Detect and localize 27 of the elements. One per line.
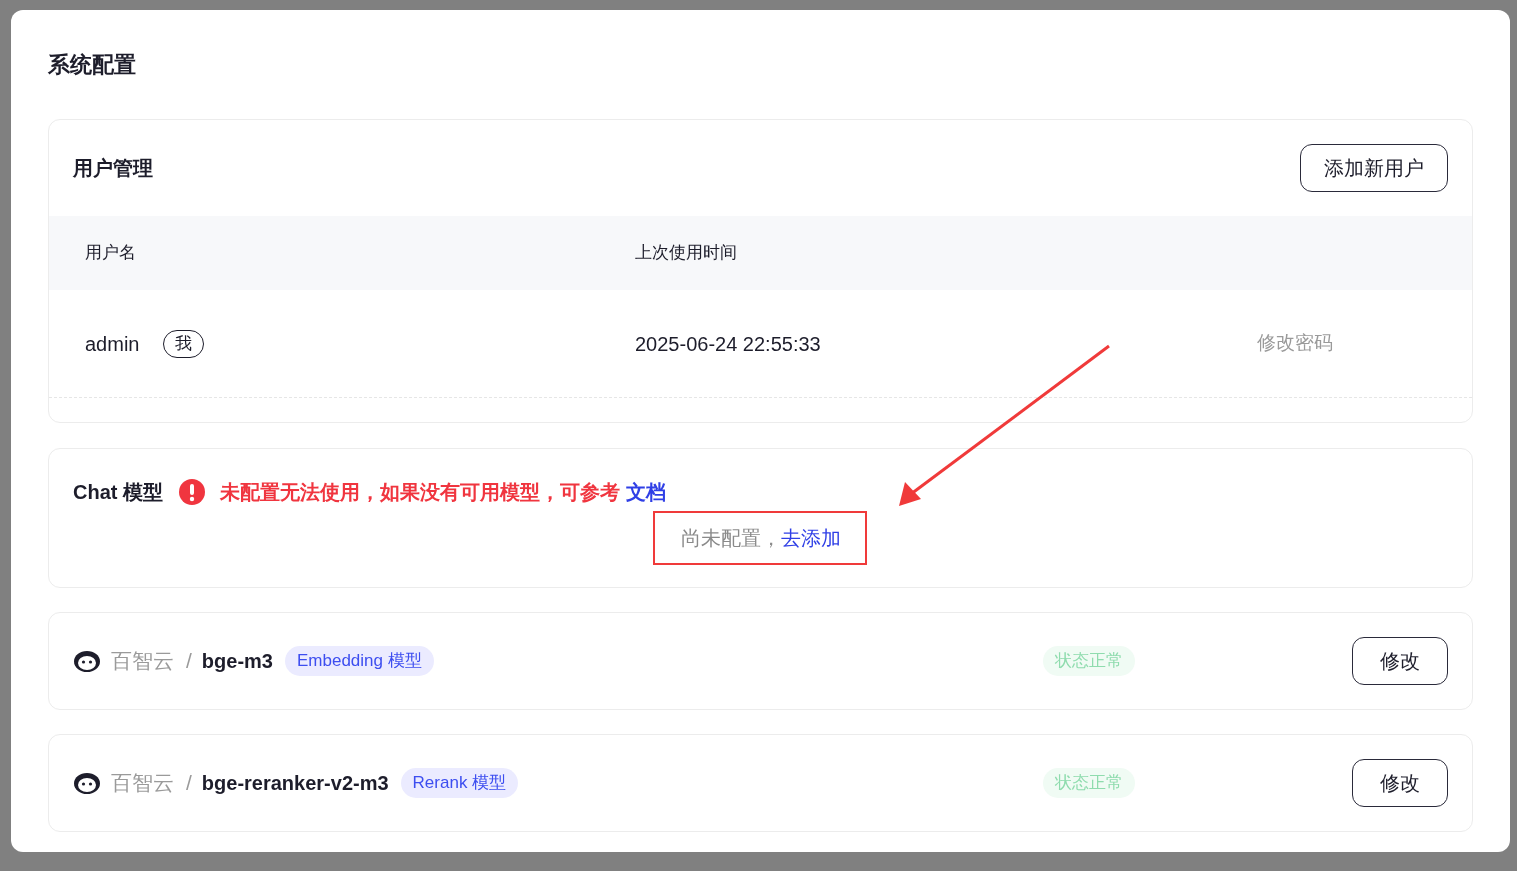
provider-name: 百智云 (111, 770, 174, 797)
dialog-title: 系统配置 (48, 51, 137, 79)
path-separator: / (186, 770, 192, 797)
add-model-link[interactable]: 去添加 (780, 527, 841, 549)
column-header: 上次使用时间 (635, 242, 738, 265)
model-name: bge-reranker-v2-m3 (201, 771, 389, 796)
doc-link[interactable]: 文档 (625, 481, 666, 503)
provider-name: 百智云 (111, 648, 174, 675)
column-header: 用户名 (84, 242, 137, 265)
status-tag: 状态正常 (1043, 646, 1135, 676)
last-used-time: 2025-06-24 22:55:33 (635, 331, 822, 357)
add-user-button[interactable]: 添加新用户 (1300, 144, 1448, 192)
edit-button[interactable]: 修改 (1352, 637, 1448, 685)
robot-face-icon (73, 649, 101, 673)
warning-icon (179, 479, 205, 505)
section-title: Chat 模型 (73, 480, 163, 505)
model-type-tag: Rerank 模型 (400, 768, 519, 798)
username: admin (85, 331, 140, 357)
robot-face-icon (73, 771, 101, 795)
model-type-tag: Embedding 模型 (284, 646, 434, 676)
warning-text: 未配置无法使用，如果没有可用模型，可参考 文档 (220, 480, 666, 505)
section-title: 用户管理 (73, 156, 153, 181)
empty-state-text: 尚未配置， (680, 527, 781, 549)
edit-button[interactable]: 修改 (1352, 759, 1448, 807)
model-name: bge-m3 (201, 649, 273, 674)
path-separator: / (186, 648, 192, 675)
status-tag: 状态正常 (1043, 768, 1135, 798)
